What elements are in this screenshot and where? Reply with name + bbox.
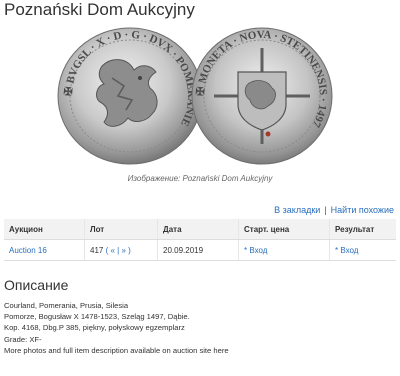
page-title: Poznański Dom Aukcyjny [4, 0, 195, 19]
header-result: Результат [329, 219, 396, 240]
description-line: Grade: XF- [4, 334, 42, 344]
result-login-link[interactable]: * Вход [335, 246, 358, 255]
lot-table: Аукцион Лот Дата Старт. цена Результат A… [4, 219, 396, 261]
description-line: Courland, Pomerania, Prusia, Silesia [4, 301, 129, 310]
link-separator: | [324, 205, 327, 215]
action-links: В закладки | Найти похожие [274, 205, 394, 215]
cell-lot: 417 ( « | » ) [84, 239, 158, 261]
bookmark-link[interactable]: В закладки [274, 205, 320, 215]
description-line: More photos and full item description av… [4, 345, 229, 355]
start-price-login-link[interactable]: * Вход [244, 246, 267, 255]
description-text: Courland, Pomerania, Prusia, Silesia Pom… [4, 300, 396, 356]
coin-obverse: ✠ BVGSL · X · D · G · DVX · POMERANIE [57, 27, 203, 165]
cell-start-price: * Вход [238, 239, 330, 261]
cell-date: 20.09.2019 [157, 239, 239, 261]
header-auction: Аукцион [4, 219, 85, 240]
header-lot: Лот [84, 219, 158, 240]
table-row: Auction 16 417 ( « | » ) 20.09.2019 * Вх… [4, 239, 396, 261]
lot-number: 417 [90, 245, 104, 255]
cell-auction: Auction 16 [4, 239, 85, 261]
auction-link[interactable]: Auction 16 [9, 246, 47, 255]
description-line: Kop. 4168, Dbg.P 385, piękny, połyskowy … [4, 323, 185, 333]
table-header-row: Аукцион Лот Дата Старт. цена Результат [4, 219, 396, 240]
coin-image[interactable]: ✠ BVGSL · X · D · G · DVX · POMERANIE ✠ … [0, 26, 400, 166]
coin-reverse: ✠ MONETA · NOVA · STETINENSIS · 1497 [191, 27, 333, 165]
description-heading: Описание [4, 277, 69, 293]
header-date: Дата [157, 219, 239, 240]
description-line: Pomorze, Bogusław X 1478-1523, Szeląg 14… [4, 312, 190, 322]
find-similar-link[interactable]: Найти похожие [331, 205, 394, 215]
image-caption: Изображение: Poznański Dom Aukcyjny [127, 174, 273, 183]
coin-photo: ✠ BVGSL · X · D · G · DVX · POMERANIE ✠ … [57, 27, 333, 165]
lot-nav-links[interactable]: ( « | » ) [106, 246, 131, 255]
cell-result: * Вход [329, 239, 396, 261]
header-start-price: Старт. цена [238, 219, 330, 240]
